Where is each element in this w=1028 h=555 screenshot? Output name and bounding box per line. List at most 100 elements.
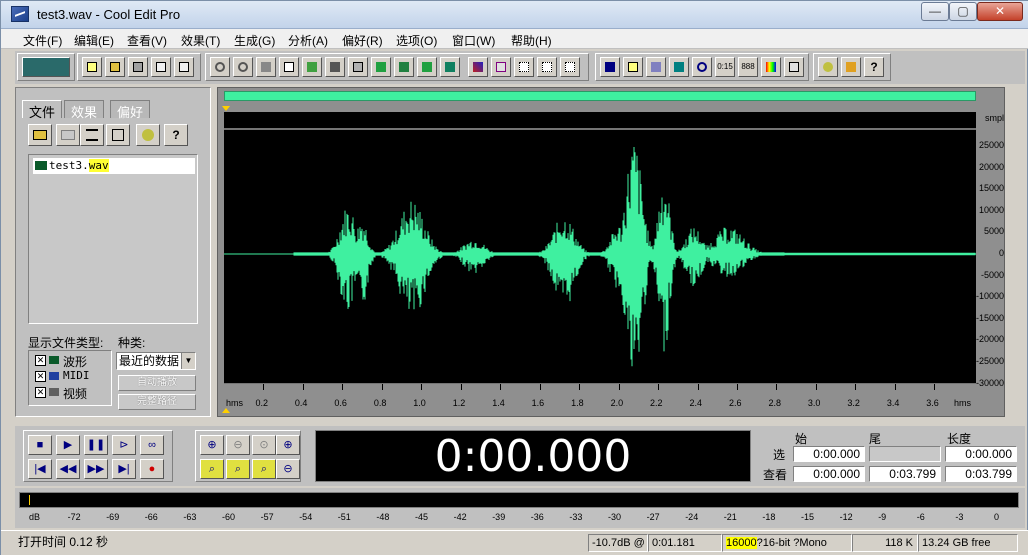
zoom-full-icon[interactable]: ⊙: [252, 435, 276, 455]
y-tick-label: -5000: [980, 269, 1004, 280]
zoom-out-icon[interactable]: ⊖: [226, 435, 250, 455]
paste-new-icon[interactable]: [371, 57, 391, 77]
minimize-button[interactable]: —: [921, 2, 949, 21]
maximize-button[interactable]: ▢: [949, 2, 977, 21]
zoom-in-icon[interactable]: ⊕: [200, 435, 224, 455]
menu-edit[interactable]: 编辑(E): [74, 32, 114, 49]
close-button[interactable]: ✕: [977, 2, 1023, 21]
copy-new-icon[interactable]: [302, 57, 322, 77]
settings-gear-icon[interactable]: [818, 57, 838, 77]
file-help-icon[interactable]: ?: [164, 124, 188, 146]
menu-file[interactable]: 文件(F): [23, 32, 62, 49]
select-start-field[interactable]: 0:00.000: [793, 446, 865, 462]
insert-multitrack-icon[interactable]: [106, 124, 130, 146]
x-tick-mark: [736, 384, 738, 390]
stop-button[interactable]: ■: [28, 435, 52, 455]
play-button[interactable]: ▶: [56, 435, 80, 455]
zoom-left-icon[interactable]: ⌕: [200, 459, 224, 479]
toggle-panel-icon[interactable]: [784, 57, 804, 77]
meter-tick-label: -3: [955, 512, 964, 522]
tools-icon[interactable]: [841, 57, 861, 77]
save-all-icon[interactable]: [151, 57, 171, 77]
checkbox-waveform[interactable]: ✕: [35, 355, 46, 366]
trim-icon[interactable]: [417, 57, 437, 77]
save-icon[interactable]: [128, 57, 148, 77]
checkbox-video[interactable]: ✕: [35, 387, 46, 398]
file-list[interactable]: test3.wav: [28, 154, 198, 324]
pause-button[interactable]: ❚❚: [84, 435, 108, 455]
menu-help[interactable]: 帮助(H): [511, 32, 552, 49]
title-bar[interactable]: test3.wav - Cool Edit Pro — ▢ ✕: [1, 1, 1028, 29]
menu-window[interactable]: 窗口(W): [452, 32, 495, 49]
tab-effects[interactable]: 效果: [64, 100, 105, 120]
envelope-icon[interactable]: [468, 57, 488, 77]
undo-icon[interactable]: [210, 57, 230, 77]
open-file-icon[interactable]: [105, 57, 125, 77]
tab-files[interactable]: 文件: [22, 100, 63, 120]
grid-b-icon[interactable]: [537, 57, 557, 77]
open-folder-icon[interactable]: [28, 124, 52, 146]
help-icon[interactable]: ?: [864, 57, 884, 77]
toggle-multitrack-button[interactable]: [22, 57, 70, 77]
cut-icon[interactable]: [325, 57, 345, 77]
loop-button[interactable]: ∞: [140, 435, 164, 455]
status-format: 16000?16-bit ?Mono: [722, 534, 852, 552]
menu-options[interactable]: 选项(O): [396, 32, 437, 49]
close-folder-icon[interactable]: [56, 124, 80, 146]
zoom-view-icon[interactable]: [692, 57, 712, 77]
menu-effects[interactable]: 效果(T): [181, 32, 220, 49]
select-end-field[interactable]: [869, 446, 941, 462]
color-scheme-icon[interactable]: [761, 57, 781, 77]
waveform-view-icon[interactable]: [600, 57, 620, 77]
autoplay-button[interactable]: 自动播放: [118, 375, 196, 391]
kind-select[interactable]: 最近的数据 ▼: [116, 352, 196, 370]
view-options-icon[interactable]: [646, 57, 666, 77]
zoom-in-vertical-icon[interactable]: ⊕: [276, 435, 300, 455]
file-settings-icon[interactable]: [136, 124, 160, 146]
view-end-field[interactable]: 0:03.799: [869, 466, 941, 482]
bpm-icon[interactable]: 888: [738, 57, 758, 77]
overview-range-bar[interactable]: [224, 91, 976, 101]
tab-favorites[interactable]: 偏好: [110, 100, 151, 120]
rewind-button[interactable]: ◀◀: [56, 459, 80, 479]
select-length-field[interactable]: 0:00.000: [945, 446, 1017, 462]
time-format-icon[interactable]: 0:15: [715, 57, 735, 77]
checkbox-midi[interactable]: ✕: [35, 371, 46, 382]
zoom-out-vertical-icon[interactable]: ⊖: [276, 459, 300, 479]
loop-paste-icon[interactable]: [440, 57, 460, 77]
meter-tick-label: -48: [376, 512, 390, 522]
normalize-icon[interactable]: [491, 57, 511, 77]
meter-tick-label: -63: [183, 512, 197, 522]
play-to-end-button[interactable]: ⊳: [112, 435, 136, 455]
grid-c-icon[interactable]: [560, 57, 580, 77]
repeat-icon[interactable]: [256, 57, 276, 77]
spectral-view-icon[interactable]: [623, 57, 643, 77]
start-marker-icon[interactable]: [222, 106, 230, 111]
go-to-end-button[interactable]: ▶|: [112, 459, 136, 479]
play-view-icon[interactable]: [669, 57, 689, 77]
menu-view[interactable]: 查看(V): [127, 32, 167, 49]
end-marker-icon[interactable]: [222, 408, 230, 413]
zoom-selection-icon[interactable]: ⌕: [252, 459, 276, 479]
mix-paste-icon[interactable]: [394, 57, 414, 77]
go-to-start-button[interactable]: |◀: [28, 459, 52, 479]
insert-icon[interactable]: [80, 124, 104, 146]
zoom-right-icon[interactable]: ⌕: [226, 459, 250, 479]
close-file-icon[interactable]: [174, 57, 194, 77]
y-tick-label: -15000: [975, 312, 1004, 323]
full-path-button[interactable]: 完整路径: [118, 394, 196, 410]
record-button[interactable]: ●: [140, 459, 164, 479]
redo-icon[interactable]: [233, 57, 253, 77]
grid-a-icon[interactable]: [514, 57, 534, 77]
paste-icon[interactable]: [348, 57, 368, 77]
view-start-field[interactable]: 0:00.000: [793, 466, 865, 482]
menu-generate[interactable]: 生成(G): [234, 32, 275, 49]
menu-favorites[interactable]: 偏好(R): [342, 32, 383, 49]
waveform-display[interactable]: [224, 112, 976, 385]
fast-forward-button[interactable]: ▶▶: [84, 459, 108, 479]
view-length-field[interactable]: 0:03.799: [945, 466, 1017, 482]
menu-analyze[interactable]: 分析(A): [288, 32, 328, 49]
copy-icon[interactable]: [279, 57, 299, 77]
file-item-test3[interactable]: test3.wav: [33, 158, 195, 174]
new-file-icon[interactable]: [82, 57, 102, 77]
